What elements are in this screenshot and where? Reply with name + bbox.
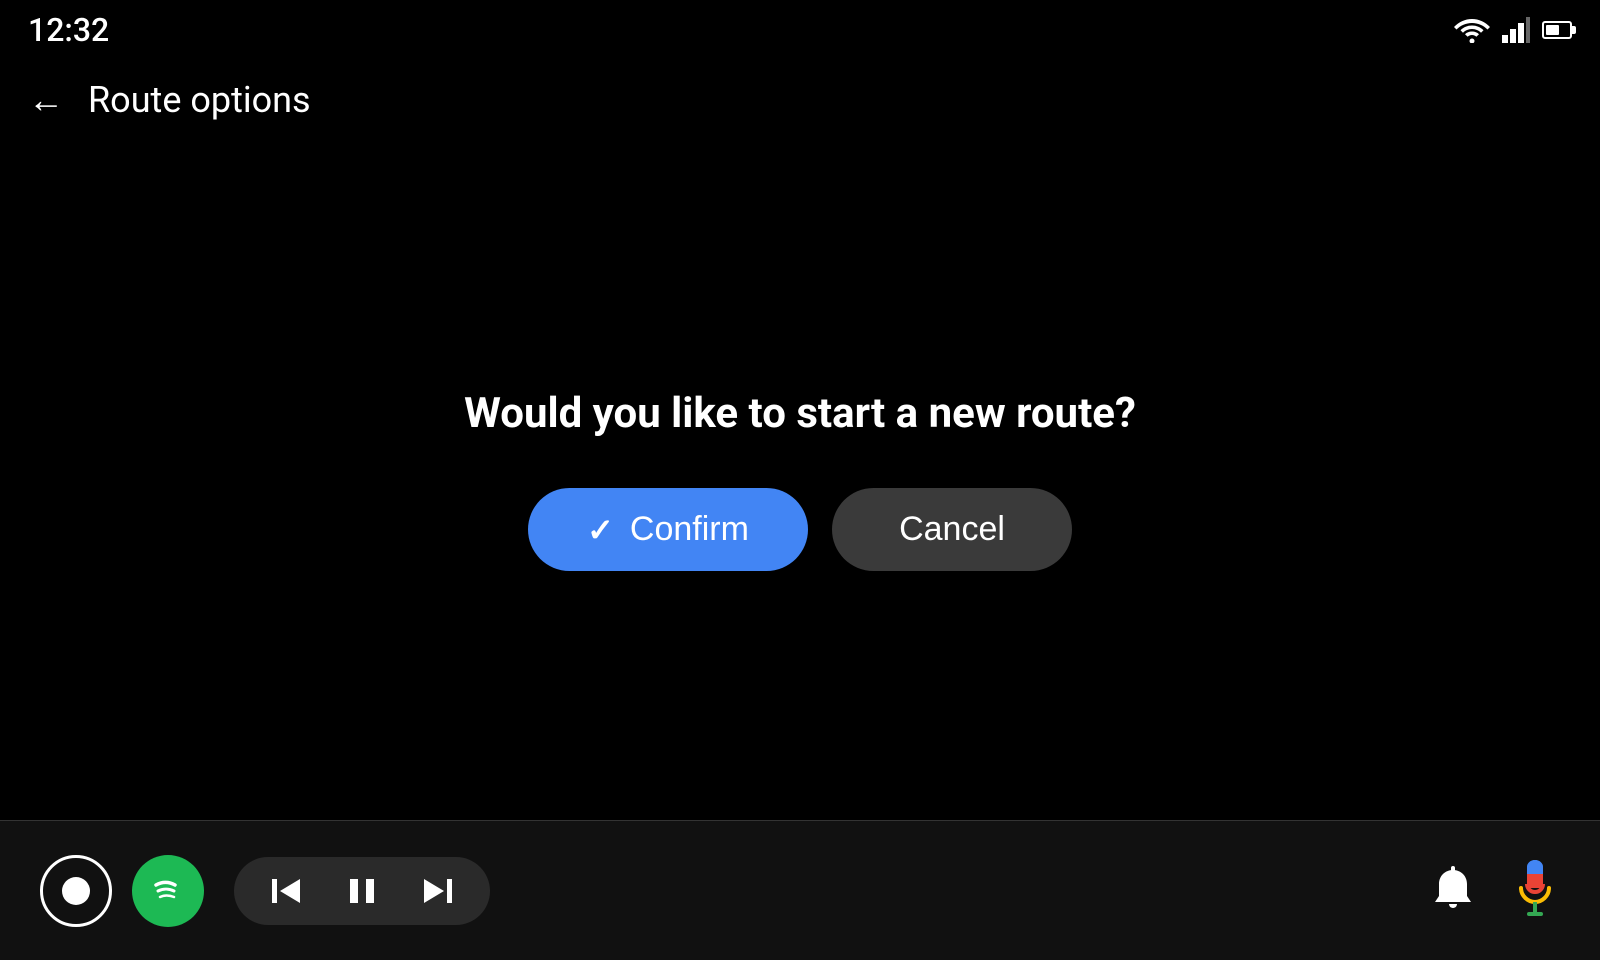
prev-button[interactable] xyxy=(266,871,306,911)
spotify-button[interactable] xyxy=(132,855,204,927)
status-bar: 12:32 xyxy=(0,0,1600,60)
nav-bar: ← Route options xyxy=(0,60,1600,140)
status-icons xyxy=(1454,17,1572,43)
google-mic-button[interactable] xyxy=(1510,856,1560,926)
signal-icon xyxy=(1502,17,1530,43)
spotify-icon xyxy=(146,869,190,913)
bottom-bar xyxy=(0,820,1600,960)
dialog-question: Would you like to start a new route? xyxy=(464,389,1136,438)
record-inner xyxy=(62,877,90,905)
bell-icon xyxy=(1431,866,1475,916)
pause-icon xyxy=(342,871,382,911)
next-button[interactable] xyxy=(418,871,458,911)
confirm-button[interactable]: ✓ Confirm xyxy=(528,488,808,571)
bottom-right-controls xyxy=(1428,856,1560,926)
bottom-left-controls xyxy=(40,855,490,927)
dialog-buttons: ✓ Confirm Cancel xyxy=(528,488,1072,571)
wifi-icon xyxy=(1454,17,1490,43)
battery-icon xyxy=(1542,21,1572,39)
record-button[interactable] xyxy=(40,855,112,927)
next-icon xyxy=(418,871,458,911)
main-content: Would you like to start a new route? ✓ C… xyxy=(0,140,1600,820)
cancel-button[interactable]: Cancel xyxy=(832,488,1072,571)
prev-icon xyxy=(266,871,306,911)
notification-button[interactable] xyxy=(1428,866,1478,916)
nav-title: Route options xyxy=(88,79,311,121)
pause-button[interactable] xyxy=(342,871,382,911)
google-mic-icon xyxy=(1513,856,1557,926)
media-controls xyxy=(234,857,490,925)
confirm-label: Confirm xyxy=(630,510,749,549)
back-button[interactable]: ← xyxy=(28,79,64,121)
checkmark-icon: ✓ xyxy=(587,511,614,549)
cancel-label: Cancel xyxy=(899,510,1005,548)
status-time: 12:32 xyxy=(28,11,109,49)
